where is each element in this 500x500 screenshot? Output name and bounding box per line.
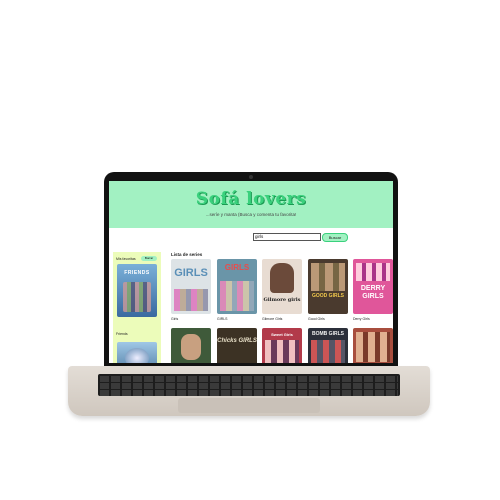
site-title: Sofá lovers — [195, 189, 307, 209]
poster-cast-image — [123, 282, 151, 312]
key-row — [100, 390, 398, 396]
series-title: Derry Girls — [353, 317, 370, 321]
search-button[interactable]: Buscar — [322, 233, 348, 242]
trackpad — [178, 398, 320, 413]
poster-cast-image — [356, 263, 390, 281]
series-poster[interactable]: GIRLS — [171, 259, 211, 314]
poster-title: Chicks GIRLS — [217, 338, 257, 344]
poster-title: FRIENDS — [124, 270, 150, 276]
poster-title: GOOD GIRLS — [312, 293, 344, 299]
favorites-label: Mis favoritas — [116, 257, 136, 261]
poster-title: GIRLS — [174, 267, 208, 279]
favorite-poster[interactable] — [117, 342, 157, 363]
laptop-base — [68, 366, 430, 416]
poster-cast-image — [174, 289, 208, 311]
series-poster[interactable]: Gilmore girls — [262, 259, 302, 314]
poster-cast-image — [220, 281, 254, 311]
series-poster[interactable]: BOMB GIRLS — [308, 328, 348, 363]
site-header: Sofá lovers ...seríe y manta (Busca y co… — [109, 181, 393, 228]
series-title: Girls — [171, 317, 179, 321]
favorite-title: Friends — [116, 332, 128, 336]
poster-cast-image — [270, 263, 294, 293]
keyboard — [98, 374, 400, 396]
poster-cast-image — [265, 340, 299, 363]
key-row — [100, 383, 398, 389]
poster-cast-image — [181, 334, 201, 360]
laptop-lid: Sofá lovers ...seríe y manta (Busca y co… — [104, 172, 398, 368]
series-poster[interactable] — [353, 328, 393, 363]
search-input[interactable]: girls — [253, 233, 321, 241]
site-subtitle: ...seríe y manta (Busca y comenta tu fav… — [205, 212, 297, 217]
series-poster[interactable]: Sweet Girls — [262, 328, 302, 363]
laptop-screen: Sofá lovers ...seríe y manta (Busca y co… — [109, 181, 393, 363]
poster-cast-image — [356, 332, 390, 362]
favorites-sidebar: Mis favoritas Borrar FRIENDS Friends — [113, 252, 161, 363]
poster-title: Gilmore girls — [263, 297, 301, 303]
series-poster[interactable] — [171, 328, 211, 363]
reset-favorites-button[interactable]: Borrar — [141, 256, 157, 261]
series-poster[interactable]: DERRY GIRLS — [353, 259, 393, 314]
series-poster[interactable]: Chicks GIRLS — [217, 328, 257, 363]
poster-image — [125, 348, 149, 363]
favorite-poster[interactable]: FRIENDS — [117, 264, 157, 317]
poster-cast-image — [311, 340, 345, 363]
poster-title: GIRLS — [224, 263, 250, 272]
series-title: Gilmore Girls — [262, 317, 283, 321]
series-poster[interactable]: GIRLS — [217, 259, 257, 314]
series-title: Good Girls — [308, 317, 325, 321]
poster-title: DERRY GIRLS — [360, 285, 386, 300]
poster-title: BOMB GIRLS — [312, 331, 344, 337]
series-poster[interactable]: GOOD GIRLS — [308, 259, 348, 314]
poster-cast-image — [311, 263, 345, 291]
key-row — [100, 376, 398, 382]
poster-title: Sweet Girls — [271, 332, 293, 337]
webcam-icon — [249, 175, 253, 179]
list-title: Lista de series — [171, 252, 203, 257]
series-title: GIRLS — [217, 317, 228, 321]
